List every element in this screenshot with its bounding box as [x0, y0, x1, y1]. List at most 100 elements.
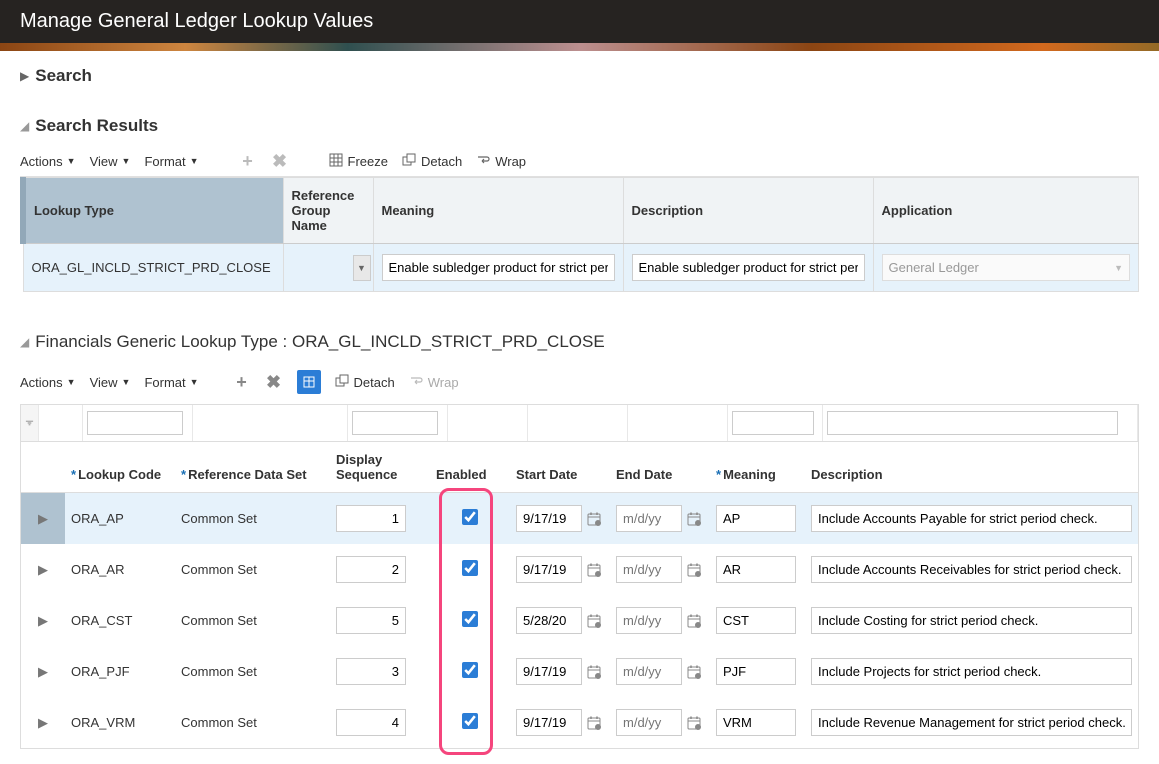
end-date-input[interactable] — [616, 658, 682, 685]
add-row-button[interactable]: + — [239, 152, 257, 170]
col-start-date[interactable]: Start Date — [510, 442, 610, 493]
view-menu[interactable]: View▼ — [90, 375, 131, 390]
col-application[interactable]: Application — [873, 178, 1139, 244]
detail-title-value: ORA_GL_INCLD_STRICT_PRD_CLOSE — [292, 332, 605, 352]
start-date-input[interactable] — [516, 709, 582, 736]
actions-menu[interactable]: Actions▼ — [20, 375, 76, 390]
description-input[interactable] — [811, 556, 1132, 583]
freeze-button[interactable]: Freeze — [329, 153, 388, 170]
delete-row-button[interactable]: ✖ — [265, 373, 283, 391]
filter-meaning[interactable] — [732, 411, 814, 435]
start-date-input[interactable] — [516, 658, 582, 685]
table-row[interactable]: ▶ ORA_AR Common Set — [21, 544, 1138, 595]
col-enabled[interactable]: Enabled — [430, 442, 510, 493]
description-input[interactable] — [811, 658, 1132, 685]
format-menu[interactable]: Format▼ — [144, 154, 198, 169]
calendar-icon[interactable] — [586, 562, 602, 578]
expand-row-button[interactable]: ▶ — [21, 493, 65, 545]
col-end-date[interactable]: End Date — [610, 442, 710, 493]
format-menu[interactable]: Format▼ — [144, 375, 198, 390]
cell-ref-group[interactable]: ▼ — [283, 244, 373, 292]
calendar-icon[interactable] — [686, 562, 702, 578]
wrap-icon — [476, 153, 490, 170]
cell-enabled — [430, 646, 510, 697]
col-meaning[interactable]: Meaning — [373, 178, 623, 244]
description-input[interactable] — [811, 709, 1132, 736]
delete-row-button[interactable]: ✖ — [271, 152, 289, 170]
enabled-checkbox[interactable] — [462, 611, 478, 627]
col-description[interactable]: Description — [805, 442, 1138, 493]
table-row[interactable]: ▶ ORA_VRM Common Set — [21, 697, 1138, 748]
meaning-input[interactable] — [716, 607, 796, 634]
filter-lookup-code[interactable] — [87, 411, 183, 435]
end-date-input[interactable] — [616, 505, 682, 532]
caret-down-icon: ▼ — [122, 377, 131, 387]
calendar-icon[interactable] — [686, 511, 702, 527]
enabled-checkbox[interactable] — [462, 509, 478, 525]
detach-button[interactable]: Detach — [402, 153, 462, 170]
end-date-input[interactable] — [616, 556, 682, 583]
meaning-input[interactable] — [716, 556, 796, 583]
col-ref-set[interactable]: *Reference Data Set — [175, 442, 330, 493]
display-seq-input[interactable] — [336, 709, 406, 736]
cell-start-date — [510, 697, 610, 748]
calendar-icon[interactable] — [586, 613, 602, 629]
search-section-toggle[interactable]: ▶ Search — [20, 66, 1139, 86]
filter-description[interactable] — [827, 411, 1118, 435]
detail-section-toggle[interactable]: ◢ Financials Generic Lookup Type : ORA_G… — [20, 332, 1139, 352]
start-date-input[interactable] — [516, 607, 582, 634]
results-row[interactable]: ORA_GL_INCLD_STRICT_PRD_CLOSE ▼ General … — [23, 244, 1139, 292]
start-date-input[interactable] — [516, 556, 582, 583]
enabled-checkbox[interactable] — [462, 560, 478, 576]
expand-row-button[interactable]: ▶ — [21, 544, 65, 595]
col-description[interactable]: Description — [623, 178, 873, 244]
display-seq-input[interactable] — [336, 505, 406, 532]
add-row-button[interactable]: + — [233, 373, 251, 391]
cell-desc — [805, 493, 1138, 545]
col-ref-group[interactable]: Reference Group Name — [283, 178, 373, 244]
view-menu[interactable]: View▼ — [90, 154, 131, 169]
col-meaning[interactable]: *Meaning — [710, 442, 805, 493]
cell-meaning — [710, 493, 805, 545]
description-input[interactable] — [811, 607, 1132, 634]
table-row[interactable]: ▶ ORA_PJF Common Set — [21, 646, 1138, 697]
display-seq-input[interactable] — [336, 556, 406, 583]
table-row[interactable]: ▶ ORA_CST Common Set — [21, 595, 1138, 646]
filter-edge-icon — [21, 405, 39, 441]
end-date-input[interactable] — [616, 709, 682, 736]
wrap-button[interactable]: Wrap — [476, 153, 526, 170]
meaning-input[interactable] — [382, 254, 615, 281]
meaning-input[interactable] — [716, 505, 796, 532]
meaning-input[interactable] — [716, 709, 796, 736]
actions-menu[interactable]: Actions▼ — [20, 154, 76, 169]
filter-display-seq[interactable] — [352, 411, 438, 435]
table-row[interactable]: ▶ ORA_AP Common Set — [21, 493, 1138, 545]
calendar-icon[interactable] — [586, 664, 602, 680]
end-date-input[interactable] — [616, 607, 682, 634]
enabled-checkbox[interactable] — [462, 713, 478, 729]
meaning-input[interactable] — [716, 658, 796, 685]
results-section-toggle[interactable]: ◢ Search Results — [20, 116, 1139, 136]
description-input[interactable] — [632, 254, 865, 281]
calendar-icon[interactable] — [686, 613, 702, 629]
enabled-checkbox[interactable] — [462, 662, 478, 678]
cell-seq — [330, 595, 430, 646]
query-by-example-button[interactable] — [297, 370, 321, 394]
calendar-icon[interactable] — [686, 715, 702, 731]
calendar-icon[interactable] — [586, 715, 602, 731]
calendar-icon[interactable] — [686, 664, 702, 680]
description-input[interactable] — [811, 505, 1132, 532]
expand-row-button[interactable]: ▶ — [21, 595, 65, 646]
dropdown-arrow-icon[interactable]: ▼ — [353, 255, 371, 281]
col-lookup-code[interactable]: *Lookup Code — [65, 442, 175, 493]
detach-button[interactable]: Detach — [335, 374, 395, 391]
expand-row-button[interactable]: ▶ — [21, 697, 65, 748]
expand-row-button[interactable]: ▶ — [21, 646, 65, 697]
start-date-input[interactable] — [516, 505, 582, 532]
display-seq-input[interactable] — [336, 658, 406, 685]
chevron-down-icon: ◢ — [20, 119, 29, 133]
calendar-icon[interactable] — [586, 511, 602, 527]
col-display-seq[interactable]: Display Sequence — [330, 442, 430, 493]
col-lookup-type[interactable]: Lookup Type — [23, 178, 283, 244]
display-seq-input[interactable] — [336, 607, 406, 634]
